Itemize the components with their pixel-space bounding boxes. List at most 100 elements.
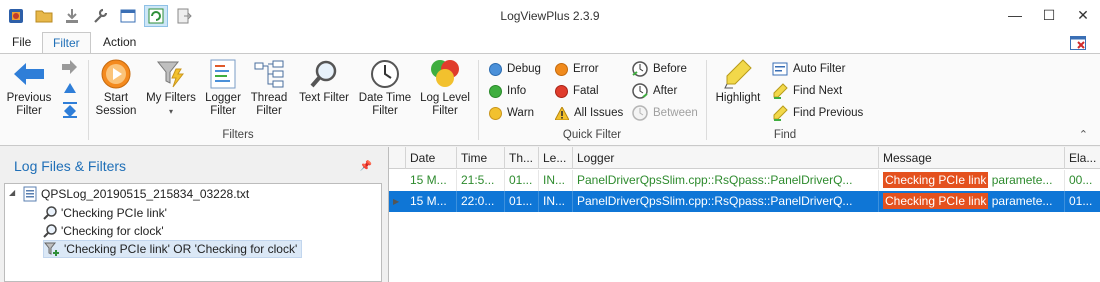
logger-filter-button[interactable]: Logger Filter <box>202 56 244 118</box>
quick-info-button[interactable]: Info <box>489 82 526 100</box>
yellow-dot-icon <box>489 106 502 120</box>
window-title: LogViewPlus 2.3.9 <box>500 9 600 23</box>
tab-action[interactable]: Action <box>93 32 146 54</box>
cell-logger: PanelDriverQpsSlim.cpp::RsQpass::PanelDr… <box>573 191 879 212</box>
highlight-match: Checking PCIe link <box>883 172 989 188</box>
column-header-date[interactable]: Date <box>406 147 457 169</box>
merge-filter-icon <box>44 242 59 256</box>
tree-item-filter[interactable]: 'Checking PCIe link' <box>43 204 167 222</box>
row-pointer-icon: ▶ <box>393 197 400 206</box>
start-session-button[interactable]: Start Session <box>92 56 140 118</box>
quick-all-issues-button[interactable]: All Issues <box>555 104 623 122</box>
tree-item-merged-filter[interactable]: 'Checking PCIe link' OR 'Checking for cl… <box>43 240 303 258</box>
log-grid: Date Time Th... Le... Logger Message Ela… <box>388 147 1100 282</box>
tab-filter[interactable]: Filter <box>42 32 91 54</box>
title-bar: LogViewPlus 2.3.9 — ☐ ✕ <box>0 0 1100 32</box>
play-circle-icon <box>92 56 140 92</box>
quick-fatal-button[interactable]: Fatal <box>555 82 599 100</box>
blue-dot-icon <box>489 62 502 76</box>
highlight-match: Checking PCIe link <box>883 193 989 209</box>
close-document-icon[interactable] <box>1070 36 1086 50</box>
tree-item-filter[interactable]: 'Checking for clock' <box>43 222 164 240</box>
find-previous-button[interactable]: Find Previous <box>772 104 863 122</box>
log-file-icon <box>23 186 37 202</box>
log-files-panel: Log Files & Filters 📌 ◢ QPSLog_20190515_… <box>0 147 388 282</box>
cell-date: 15 M... <box>406 170 457 191</box>
ribbon: Previous Filter Start Session My Filters… <box>0 53 1100 146</box>
column-header-time[interactable]: Time <box>457 147 505 169</box>
text-filter-button[interactable]: Text Filter <box>296 56 352 105</box>
cell-time: 22:0... <box>457 191 505 212</box>
auto-filter-icon <box>772 62 788 76</box>
cell-logger: PanelDriverQpsSlim.cpp::RsQpass::PanelDr… <box>573 170 879 191</box>
chevron-down-icon: ▾ <box>168 107 173 116</box>
warning-icon <box>555 106 569 120</box>
highlighter-icon <box>712 56 764 92</box>
magnifier-icon <box>296 56 352 92</box>
green-dot-icon <box>489 84 502 98</box>
pin-icon[interactable]: 📌 <box>360 161 372 172</box>
quick-after-button[interactable]: After <box>632 82 677 100</box>
column-header-logger[interactable]: Logger <box>573 147 879 169</box>
up-arrow-icon[interactable] <box>64 82 76 96</box>
clock-between-icon <box>632 105 648 121</box>
collapse-ribbon-icon[interactable]: ⌃ <box>1079 128 1088 141</box>
maximize-button[interactable]: ☐ <box>1032 0 1066 30</box>
red-dot-icon <box>555 84 568 98</box>
cell-elapsed: 00... <box>1069 173 1093 187</box>
tree-item-log-file[interactable]: QPSLog_20190515_215834_03228.txt <box>23 185 249 203</box>
table-row[interactable]: 15 M... 21:5... 01... IN... PanelDriverQ… <box>389 170 1100 191</box>
cell-thread: 01... <box>505 191 539 212</box>
cell-elapsed: 01... <box>1069 194 1093 208</box>
quick-warn-button[interactable]: Warn <box>489 104 534 122</box>
orange-dot-icon <box>555 62 568 76</box>
auto-filter-button[interactable]: Auto Filter <box>772 60 845 78</box>
close-button[interactable]: ✕ <box>1066 0 1100 30</box>
column-header-message[interactable]: Message <box>879 147 1065 169</box>
quick-before-button[interactable]: Before <box>632 60 687 78</box>
expand-toggle-icon[interactable]: ◢ <box>9 188 15 197</box>
funnel-lightning-icon <box>143 56 199 92</box>
cell-date: 15 M... <box>406 191 457 212</box>
find-previous-icon <box>773 105 788 121</box>
quick-between-button[interactable]: Between <box>632 104 698 122</box>
column-header-elapsed[interactable]: Ela... <box>1065 147 1100 169</box>
tab-file[interactable]: File <box>2 32 41 54</box>
previous-filter-button[interactable]: Previous Filter <box>4 56 54 118</box>
thread-filter-button[interactable]: Thread Filter <box>247 56 291 118</box>
find-next-icon <box>773 83 788 99</box>
filters-group-label: Filters <box>222 129 254 141</box>
my-filters-button[interactable]: My Filters ▾ <box>143 56 199 118</box>
table-row-selected[interactable]: ▶ 15 M... 22:0... 01... IN... PanelDrive… <box>389 191 1100 212</box>
magnifier-icon <box>43 206 57 220</box>
row-header-corner <box>389 147 406 169</box>
jump-down-icon[interactable] <box>63 102 77 121</box>
message-rest: paramete... <box>988 194 1053 208</box>
quick-debug-button[interactable]: Debug <box>489 60 541 78</box>
find-next-button[interactable]: Find Next <box>772 82 842 100</box>
list-document-icon <box>202 56 244 92</box>
clock-before-icon <box>632 61 648 77</box>
date-time-filter-button[interactable]: Date Time Filter <box>357 56 413 118</box>
cell-message: Checking PCIe link paramete... <box>879 191 1065 212</box>
cell-level: IN... <box>539 191 573 212</box>
panel-title: Log Files & Filters <box>14 158 127 174</box>
grid-header: Date Time Th... Le... Logger Message Ela… <box>389 147 1100 169</box>
column-header-thread[interactable]: Th... <box>505 147 539 169</box>
cell-message: Checking PCIe link paramete... <box>879 170 1065 191</box>
quick-error-button[interactable]: Error <box>555 60 599 78</box>
separator <box>478 60 479 140</box>
column-header-level[interactable]: Le... <box>539 147 573 169</box>
clock-icon <box>357 56 413 92</box>
colored-dots-icon <box>418 56 472 92</box>
forward-arrow-icon[interactable] <box>60 60 78 77</box>
message-rest: paramete... <box>988 173 1053 187</box>
find-group-label: Find <box>773 129 797 141</box>
cell-thread: 01... <box>505 170 539 191</box>
highlight-button[interactable]: Highlight <box>712 56 764 105</box>
minimize-button[interactable]: — <box>998 0 1032 30</box>
cell-level: IN... <box>539 170 573 191</box>
ribbon-tabs: File Filter Action <box>0 32 1100 54</box>
log-level-filter-button[interactable]: Log Level Filter <box>418 56 472 118</box>
clock-after-icon <box>632 83 648 99</box>
